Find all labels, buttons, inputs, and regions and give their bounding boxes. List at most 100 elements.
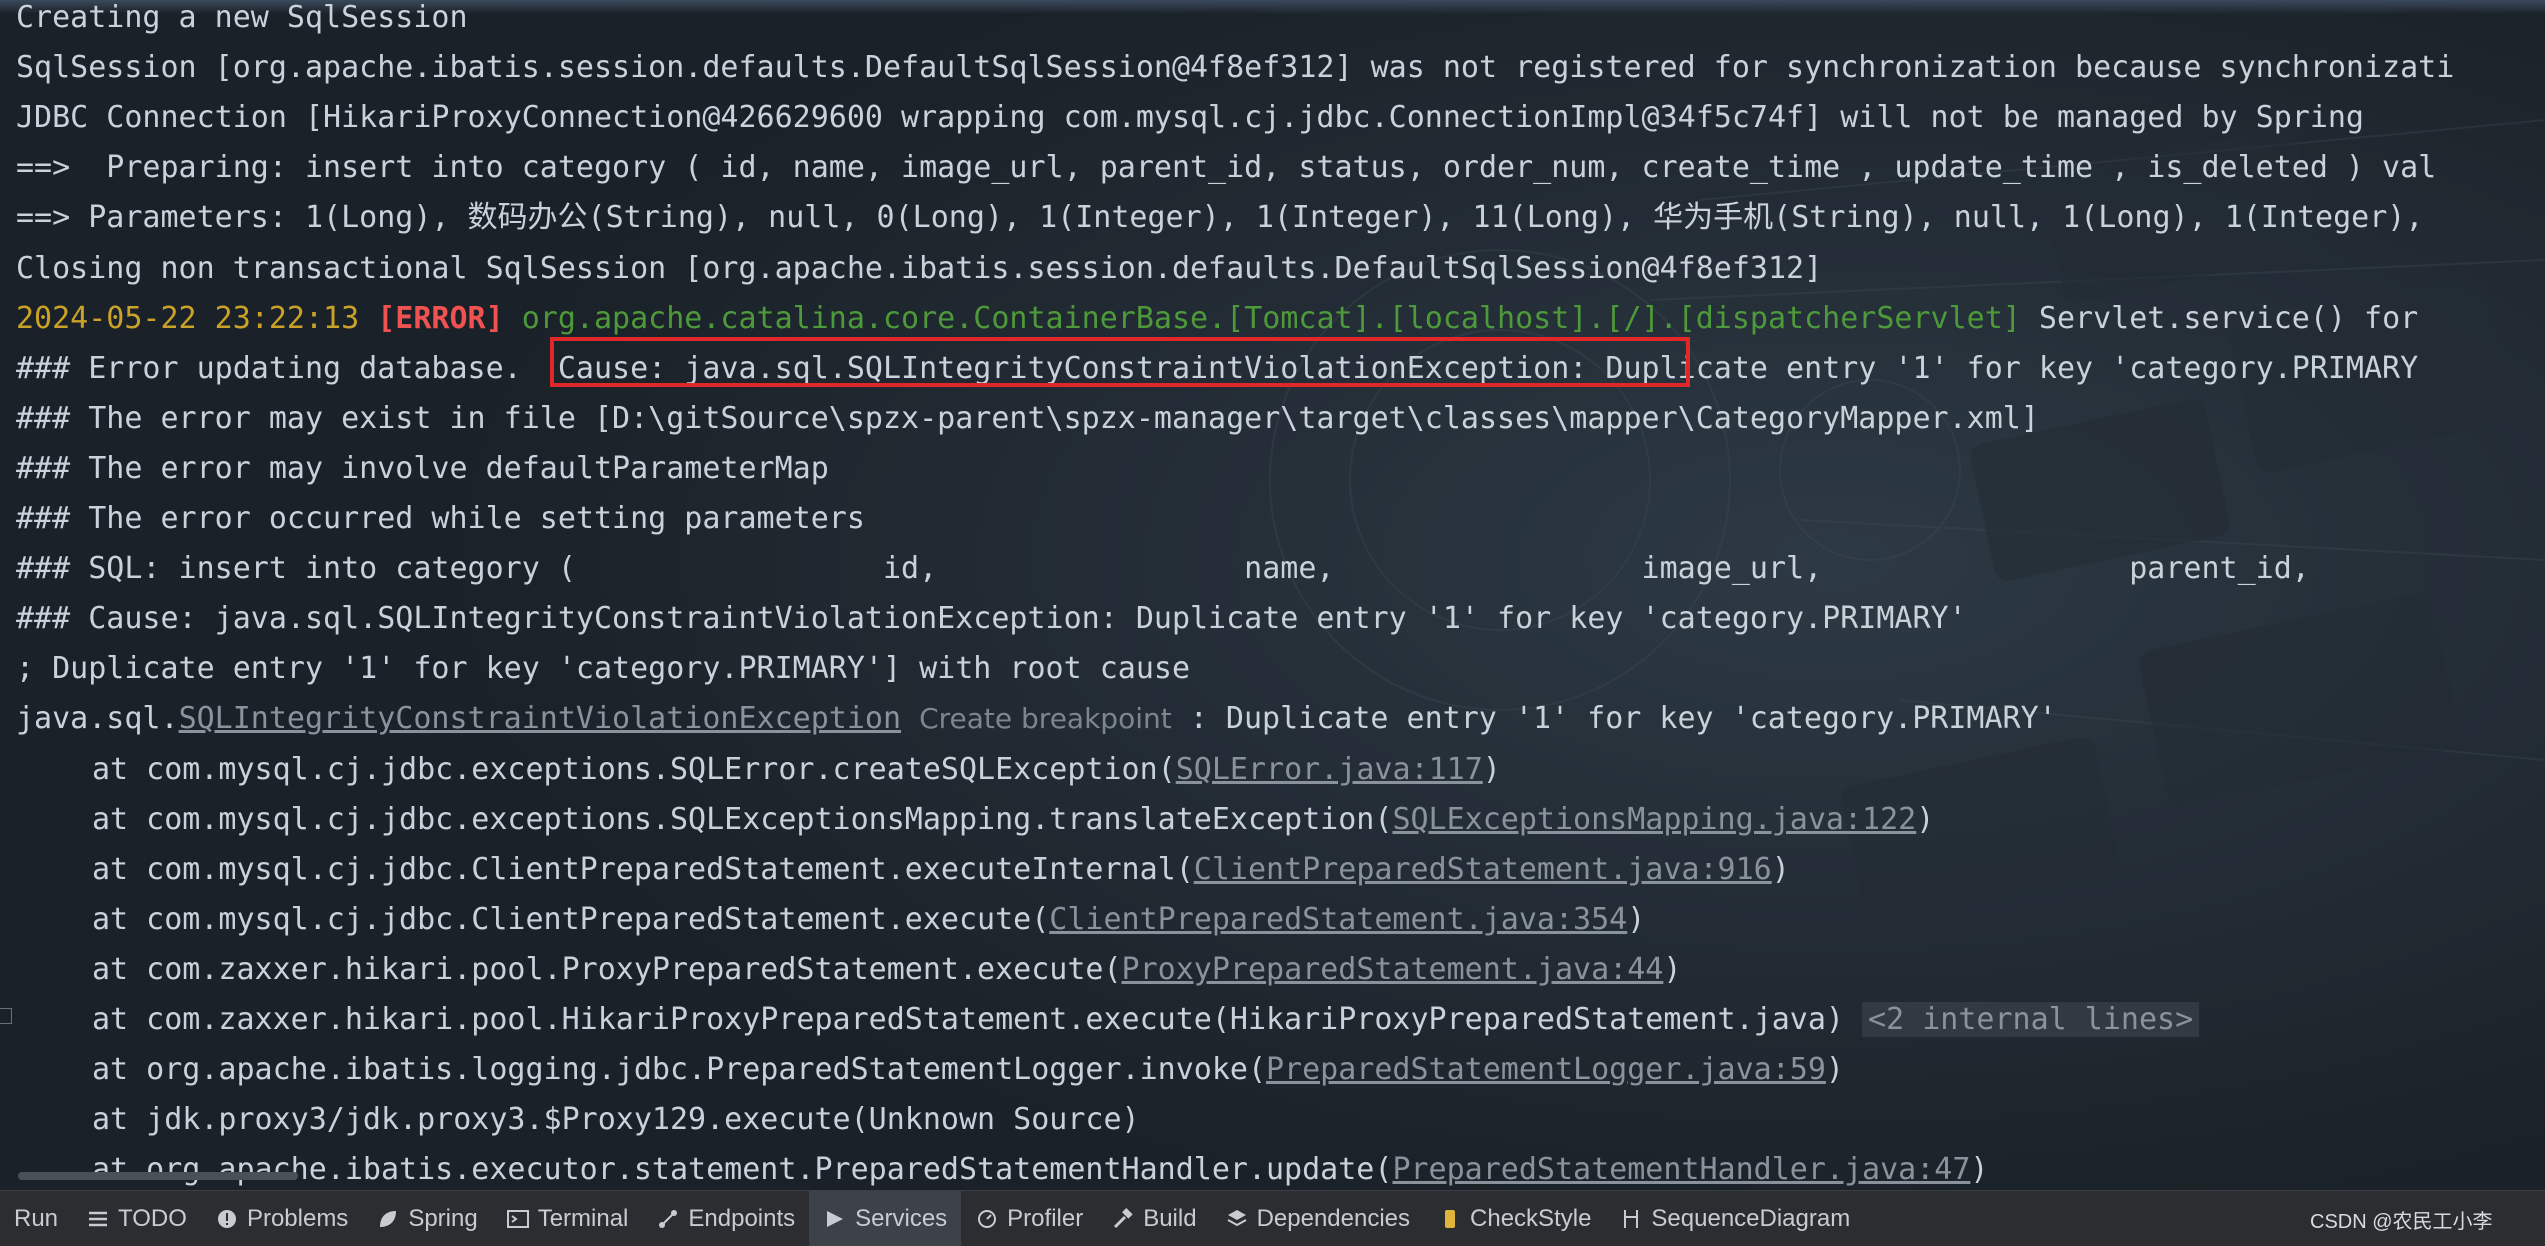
console-line: ==> Preparing: insert into category ( id… — [16, 143, 2436, 193]
console-text: at jdk.proxy3/jdk.proxy3.$Proxy129.execu… — [92, 1102, 1140, 1138]
console-text: at org.apache.ibatis.logging.jdbc.Prepar… — [92, 1052, 1266, 1088]
console-line: SqlSession [org.apache.ibatis.session.de… — [16, 43, 2454, 93]
console-text: ) — [1627, 901, 1646, 937]
tool-problems[interactable]: Problems — [201, 1191, 362, 1246]
console-line: at org.apache.ibatis.executor.statement.… — [92, 1145, 1988, 1190]
console-text: Creating a new SqlSession — [16, 0, 468, 35]
console-line: at com.mysql.cj.jdbc.ClientPreparedState… — [92, 845, 1790, 895]
checkstyle-icon — [1438, 1207, 1462, 1231]
console-text: ==> Parameters: 1(Long), 数码办公(String), n… — [16, 200, 2424, 236]
source-link[interactable]: ClientPreparedStatement.java:916 — [1194, 852, 1772, 887]
tool-label: SequenceDiagram — [1651, 1204, 1851, 1232]
console-line: ### The error may exist in file [D:\gitS… — [16, 394, 2039, 444]
console-text: ### The error occurred while setting par… — [16, 501, 865, 536]
tool-spring[interactable]: Spring — [362, 1191, 491, 1246]
console-text: ) — [1663, 951, 1682, 987]
console-line: at com.zaxxer.hikari.pool.ProxyPreparedS… — [92, 945, 1681, 995]
tool-label: CheckStyle — [1470, 1204, 1592, 1232]
source-link[interactable]: PreparedStatementHandler.java:47 — [1392, 1152, 1970, 1187]
console-line: at com.mysql.cj.jdbc.exceptions.SQLExcep… — [92, 795, 1934, 845]
console-text: ) — [1970, 1152, 1989, 1188]
console-line: Creating a new SqlSession — [16, 0, 468, 43]
console-text: ### The error may exist in file [D:\gitS… — [16, 400, 2039, 436]
tool-sequencediagram[interactable]: SequenceDiagram — [1605, 1191, 1864, 1246]
console-line: ### Cause: java.sql.SQLIntegrityConstrai… — [16, 594, 1967, 644]
tool-label: Terminal — [537, 1204, 629, 1232]
console-text: SqlSession [org.apache.ibatis.session.de… — [16, 50, 2455, 86]
console-line: ### The error may involve defaultParamet… — [16, 444, 829, 494]
tool-build[interactable]: Build — [1097, 1191, 1210, 1246]
spring-leaf-icon — [376, 1207, 400, 1231]
tool-profiler[interactable]: Profiler — [961, 1191, 1097, 1246]
console-line: JDBC Connection [HikariProxyConnection@4… — [16, 93, 2364, 143]
tool-services[interactable]: Services — [809, 1191, 962, 1246]
source-link[interactable]: ProxyPreparedStatement.java:44 — [1122, 952, 1664, 987]
profiler-icon — [975, 1207, 999, 1231]
fold-gutter-icon[interactable] — [0, 1008, 12, 1024]
layers-icon — [1225, 1207, 1249, 1231]
console-line: at org.apache.ibatis.logging.jdbc.Prepar… — [92, 1045, 1844, 1095]
console-line: at com.mysql.cj.jdbc.exceptions.SQLError… — [92, 745, 1501, 795]
list-icon — [86, 1207, 110, 1231]
console-text: org.apache.catalina.core.ContainerBase.[… — [521, 300, 2021, 336]
console-text: Servlet.service() for — [2020, 300, 2419, 336]
console-output[interactable]: Creating a new SqlSession SqlSession [org… — [0, 0, 2545, 1190]
tool-endpoints[interactable]: Endpoints — [642, 1191, 809, 1246]
tool-window-bar: Run TODO Problems Spring Terminal Endpoints Se… — [0, 1190, 2545, 1246]
console-line: at jdk.proxy3/jdk.proxy3.$Proxy129.execu… — [92, 1095, 1140, 1145]
endpoints-icon — [656, 1207, 680, 1231]
console-text: java.sql. — [16, 701, 179, 737]
console-text: ### Cause: java.sql.SQLIntegrityConstrai… — [16, 601, 1967, 637]
console-text: ) — [1771, 851, 1790, 887]
highlight-box — [550, 337, 1690, 387]
console-text: at com.mysql.cj.jdbc.exceptions.SQLExcep… — [92, 801, 1393, 837]
console-text: : Duplicate entry '1' for key 'category.… — [1171, 701, 2057, 737]
source-link[interactable]: SQLIntegrityConstraintViolationException — [179, 701, 901, 736]
tool-label: TODO — [118, 1204, 187, 1232]
console-text: at com.mysql.cj.jdbc.ClientPreparedState… — [92, 901, 1050, 937]
console-text: at com.mysql.cj.jdbc.exceptions.SQLError… — [92, 751, 1176, 787]
console-line: ; Duplicate entry '1' for key 'category.… — [16, 644, 1190, 694]
console-text: at com.zaxxer.hikari.pool.HikariProxyPre… — [92, 1002, 1863, 1037]
console-text: ### The error may involve defaultParamet… — [16, 450, 829, 486]
tool-checkstyle[interactable]: CheckStyle — [1424, 1191, 1605, 1246]
create-breakpoint-hint[interactable]: Create breakpoint — [919, 702, 1172, 735]
tool-label: Build — [1143, 1204, 1197, 1232]
console-text: [ERROR] — [377, 300, 504, 336]
tool-label: Services — [855, 1204, 948, 1232]
console-text: ) — [1482, 751, 1501, 787]
internal-lines-fold[interactable]: <2 internal lines> — [1862, 1002, 2200, 1037]
console-text: ==> Preparing: insert into category ( id… — [16, 150, 2437, 186]
tool-label: Dependencies — [1256, 1204, 1411, 1232]
tool-dependencies[interactable]: Dependencies — [1211, 1191, 1424, 1246]
tool-label: Endpoints — [688, 1204, 796, 1232]
console-text: at org.apache.ibatis.executor.statement.… — [92, 1152, 1393, 1188]
source-link[interactable]: SQLError.java:117 — [1176, 752, 1483, 787]
console-line: ### The error occurred while setting par… — [16, 494, 865, 544]
console-line: ### SQL: insert into category ( id, name… — [16, 544, 2310, 594]
console-text: JDBC Connection [HikariProxyConnection@4… — [16, 100, 2364, 136]
console-text: Closing non transactional SqlSession [or… — [16, 250, 1823, 286]
tool-label: Profiler — [1007, 1204, 1084, 1232]
watermark: CSDN @农民工小李 — [2310, 1211, 2493, 1233]
tool-run[interactable]: Run — [0, 1191, 72, 1246]
console-text: at com.mysql.cj.jdbc.ClientPreparedState… — [92, 851, 1194, 887]
console-text: at com.zaxxer.hikari.pool.ProxyPreparedS… — [92, 951, 1122, 987]
console-text: 2024-05-22 23:22:13 — [16, 300, 378, 336]
console-line: at com.mysql.cj.jdbc.ClientPreparedState… — [92, 895, 1645, 945]
hammer-icon — [1111, 1207, 1135, 1231]
services-icon — [823, 1207, 847, 1231]
source-link[interactable]: PreparedStatementLogger.java:59 — [1266, 1052, 1826, 1087]
tool-label: Problems — [246, 1204, 349, 1232]
horizontal-scrollbar[interactable] — [18, 1172, 298, 1180]
source-link[interactable]: ClientPreparedStatement.java:354 — [1049, 902, 1627, 937]
tool-todo[interactable]: TODO — [72, 1191, 201, 1246]
console-text: ### SQL: insert into category ( id, name… — [16, 551, 2310, 587]
tool-label: Run — [14, 1204, 59, 1232]
problems-icon — [215, 1207, 239, 1231]
source-link[interactable]: SQLExceptionsMapping.java:122 — [1392, 802, 1916, 837]
console-line: at com.zaxxer.hikari.pool.HikariProxyPre… — [92, 995, 2200, 1045]
tool-terminal[interactable]: Terminal — [492, 1191, 643, 1246]
